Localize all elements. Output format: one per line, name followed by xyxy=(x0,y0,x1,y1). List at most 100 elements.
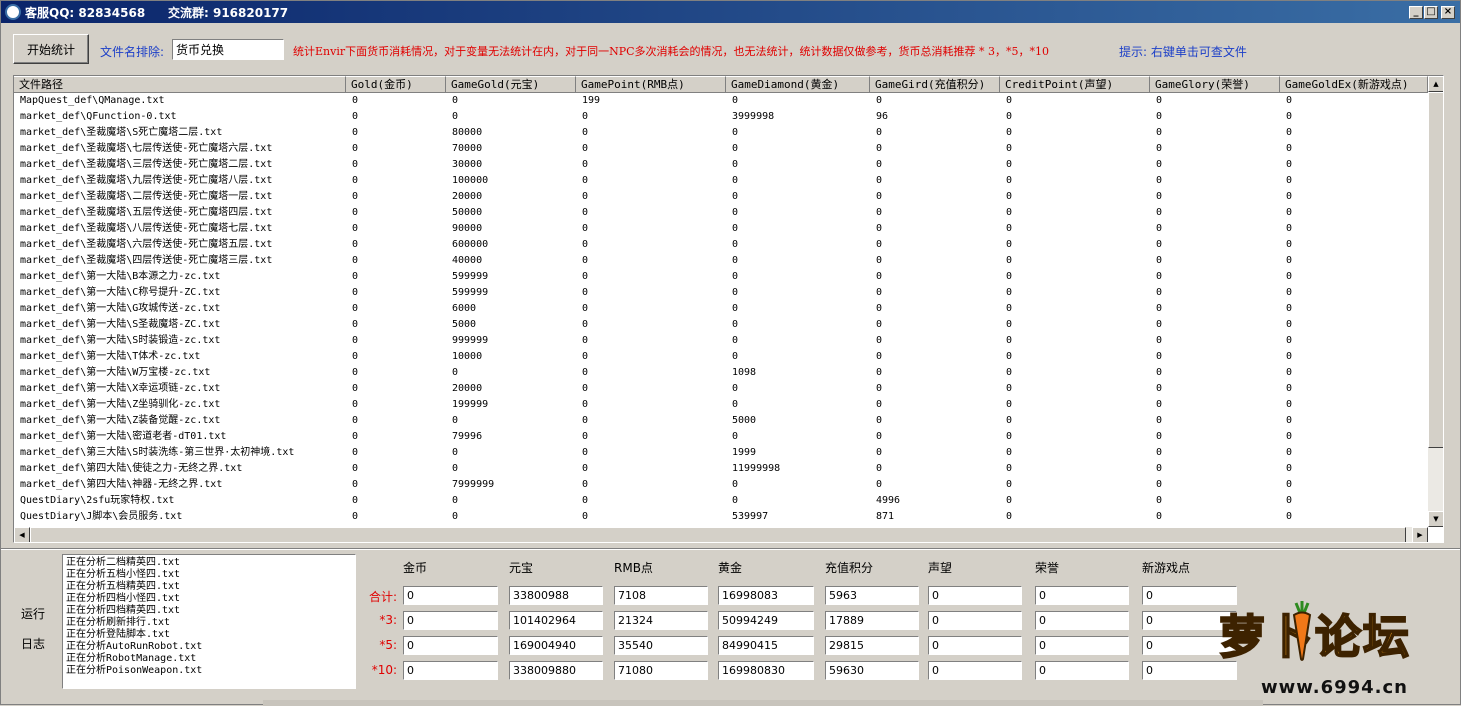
minimize-icon[interactable]: _ xyxy=(1409,6,1423,19)
vertical-scroll-thumb[interactable] xyxy=(1428,92,1443,448)
log-line: 正在分析四档精英四.txt xyxy=(66,605,181,616)
value-cell: 0 xyxy=(352,303,359,314)
scroll-down-icon[interactable]: ▼ xyxy=(1428,511,1443,527)
log-line: 正在分析刷新排行.txt xyxy=(66,617,171,628)
table-row[interactable]: market_def\第一大陆\T体术-zc.txt 0 10000 0 0 0 0 0 0 xyxy=(14,349,1428,365)
summary-value-field[interactable]: 0 xyxy=(1035,661,1129,680)
value-cell: 0 xyxy=(1006,383,1013,394)
grid-column-header[interactable]: CreditPoint(声望) xyxy=(1000,76,1150,93)
table-row[interactable]: market_def\圣裁魔塔\二层传送使-死亡魔塔一层.txt 0 20000 0 0… xyxy=(14,189,1428,205)
summary-value-field[interactable]: 84990415 xyxy=(718,636,814,655)
summary-value-field[interactable]: 71080 xyxy=(614,661,708,680)
results-grid[interactable]: 文件路径 Gold(金币) GameGold(元宝) GamePoint(RMB点) G… xyxy=(13,75,1444,543)
grid-column-header[interactable]: GameGold(元宝) xyxy=(446,76,576,93)
summary-value-field[interactable]: 16998083 xyxy=(718,586,814,605)
summary-value-field[interactable]: 169004940 xyxy=(509,636,603,655)
value-cell: 0 xyxy=(582,399,589,410)
value-cell: 0 xyxy=(732,303,739,314)
value-cell: 0 xyxy=(352,159,359,170)
grid-column-header[interactable]: Gold(金币) xyxy=(346,76,446,93)
summary-value-field[interactable]: 0 xyxy=(928,636,1022,655)
summary-value-field[interactable]: 17889 xyxy=(825,611,919,630)
summary-value-field[interactable]: 338009880 xyxy=(509,661,603,680)
table-row[interactable]: MapQuest_def\QManage.txt 0 0 199 0 0 0 0 0 xyxy=(14,93,1428,109)
summary-value-field[interactable]: 33800988 xyxy=(509,586,603,605)
value-cell: 0 xyxy=(352,383,359,394)
table-row[interactable]: market_def\圣裁魔塔\八层传送使-死亡魔塔七层.txt 0 90000 0 0… xyxy=(14,221,1428,237)
grid-column-header[interactable]: 文件路径 xyxy=(14,76,346,93)
value-cell: 79996 xyxy=(452,431,483,442)
table-row[interactable]: market_def\第四大陆\使徒之力-无终之界.txt 0 0 0 11999998… xyxy=(14,461,1428,477)
summary-value-field[interactable]: 101402964 xyxy=(509,611,603,630)
start-stats-button[interactable]: 开始统计 xyxy=(13,34,89,64)
summary-value-field[interactable]: 0 xyxy=(403,636,498,655)
grid-column-header[interactable]: GameGird(充值积分) xyxy=(870,76,1000,93)
close-icon[interactable]: × xyxy=(1441,6,1455,19)
value-cell: 0 xyxy=(1156,447,1163,458)
table-row[interactable]: market_def\第一大陆\G攻城传送-zc.txt 0 6000 0 0 0 0 0 0 xyxy=(14,301,1428,317)
log-box[interactable]: 正在分析二档精英四.txt 正在分析五档小怪四.txt 正在分析五档精英四.txt 正… xyxy=(62,554,356,689)
table-row[interactable]: market_def\圣裁魔塔\四层传送使-死亡魔塔三层.txt 0 40000 0 0… xyxy=(14,253,1428,269)
summary-value-field[interactable]: 0 xyxy=(403,611,498,630)
summary-value-field[interactable]: 0 xyxy=(403,661,498,680)
table-row[interactable]: market_def\第一大陆\B本源之力-zc.txt 0 599999 0 0 0 0 0… xyxy=(14,269,1428,285)
table-row[interactable]: market_def\第四大陆\神器-无终之界.txt 0 7999999 0 0 0 0 0… xyxy=(14,477,1428,493)
value-cell: 10000 xyxy=(452,351,483,362)
table-row[interactable]: market_def\圣裁魔塔\七层传送使-死亡魔塔六层.txt 0 70000 0 0… xyxy=(14,141,1428,157)
table-row[interactable]: market_def\第一大陆\密道老者-dT01.txt 0 79996 0 0 0 0 0… xyxy=(14,429,1428,445)
scroll-up-icon[interactable]: ▲ xyxy=(1428,76,1443,92)
scroll-right-icon[interactable]: ▶ xyxy=(1412,527,1428,542)
table-row[interactable]: market_def\第一大陆\S圣裁魔塔-ZC.txt 0 5000 0 0 0 0 0 0 xyxy=(14,317,1428,333)
vertical-scrollbar[interactable]: ▲ ▼ xyxy=(1428,76,1443,527)
summary-value-field[interactable]: 0 xyxy=(1035,636,1129,655)
summary-value-field[interactable]: 0 xyxy=(928,661,1022,680)
value-cell: 0 xyxy=(1006,127,1013,138)
table-row[interactable]: market_def\第一大陆\Z坐骑驯化-zc.txt 0 199999 0 0 0 0 0… xyxy=(14,397,1428,413)
file-path-cell: MapQuest_def\QManage.txt xyxy=(20,95,165,106)
value-cell: 0 xyxy=(582,383,589,394)
grid-column-header[interactable]: GamePoint(RMB点) xyxy=(576,76,726,93)
summary-value-field[interactable]: 0 xyxy=(403,586,498,605)
grid-column-header[interactable]: GameGlory(荣誉) xyxy=(1150,76,1280,93)
table-row[interactable]: QuestDiary\2sfu玩家特权.txt 0 0 0 0 4996 0 0 0 xyxy=(14,493,1428,509)
table-row[interactable]: market_def\圣裁魔塔\S死亡魔塔二层.txt 0 80000 0 0 0 0 0 0 xyxy=(14,125,1428,141)
summary-value-field[interactable]: 59630 xyxy=(825,661,919,680)
table-row[interactable]: market_def\圣裁魔塔\三层传送使-死亡魔塔二层.txt 0 30000 0 0… xyxy=(14,157,1428,173)
summary-value-field[interactable]: 21324 xyxy=(614,611,708,630)
value-cell: 0 xyxy=(1286,399,1293,410)
table-row[interactable]: market_def\第三大陆\S时装洗练-第三世界·太初神境.txt 0 0 0 19… xyxy=(14,445,1428,461)
table-row[interactable]: market_def\第一大陆\C称号提升-ZC.txt 0 599999 0 0 0 0 0… xyxy=(14,285,1428,301)
summary-value-field[interactable]: 29815 xyxy=(825,636,919,655)
summary-value-field[interactable]: 0 xyxy=(1035,586,1129,605)
table-row[interactable]: market_def\第一大陆\S时装锻造-zc.txt 0 999999 0 0 0 0 0… xyxy=(14,333,1428,349)
value-cell: 0 xyxy=(1156,479,1163,490)
grid-column-header[interactable]: GameDiamond(黄金) xyxy=(726,76,870,93)
table-row[interactable]: market_def\圣裁魔塔\九层传送使-死亡魔塔八层.txt 0 100000 0… xyxy=(14,173,1428,189)
summary-value-field[interactable]: 0 xyxy=(1035,611,1129,630)
table-row[interactable]: market_def\圣裁魔塔\五层传送使-死亡魔塔四层.txt 0 50000 0 0… xyxy=(14,205,1428,221)
scroll-left-icon[interactable]: ◀ xyxy=(14,527,30,542)
value-cell: 0 xyxy=(876,271,883,282)
summary-value-field[interactable]: 50994249 xyxy=(718,611,814,630)
summary-value-field[interactable]: 0 xyxy=(928,611,1022,630)
horizontal-scroll-thumb[interactable] xyxy=(30,527,1406,542)
table-row[interactable]: market_def\第一大陆\X幸运项链-zc.txt 0 20000 0 0 0 0 0 0 xyxy=(14,381,1428,397)
table-row[interactable]: market_def\第一大陆\Z装备觉醒-zc.txt 0 0 0 5000 0 0 0 0 xyxy=(14,413,1428,429)
filename-exclude-input[interactable] xyxy=(172,39,284,60)
table-row[interactable]: market_def\第一大陆\W万宝楼-zc.txt 0 0 0 1098 0 0 0 0 xyxy=(14,365,1428,381)
table-row[interactable]: market_def\QFunction-0.txt 0 0 0 3999998 96 0 0… xyxy=(14,109,1428,125)
value-cell: 0 xyxy=(876,319,883,330)
value-cell: 0 xyxy=(352,479,359,490)
summary-value-field[interactable]: 7108 xyxy=(614,586,708,605)
horizontal-scrollbar[interactable]: ◀ ▶ xyxy=(14,527,1428,542)
grid-column-header[interactable]: GameGoldEx(新游戏点) xyxy=(1280,76,1428,93)
maximize-icon[interactable]: □ xyxy=(1424,6,1438,19)
summary-value-field[interactable]: 0 xyxy=(928,586,1022,605)
summary-value-field[interactable]: 169980830 xyxy=(718,661,814,680)
value-cell: 0 xyxy=(876,431,883,442)
summary-value-field[interactable]: 5963 xyxy=(825,586,919,605)
table-row[interactable]: market_def\圣裁魔塔\六层传送使-死亡魔塔五层.txt 0 600000 0… xyxy=(14,237,1428,253)
table-row[interactable]: QuestDiary\J脚本\会员服务.txt 0 0 0 539997 871 0 0 0 xyxy=(14,509,1428,525)
value-cell: 0 xyxy=(582,447,589,458)
summary-value-field[interactable]: 35540 xyxy=(614,636,708,655)
